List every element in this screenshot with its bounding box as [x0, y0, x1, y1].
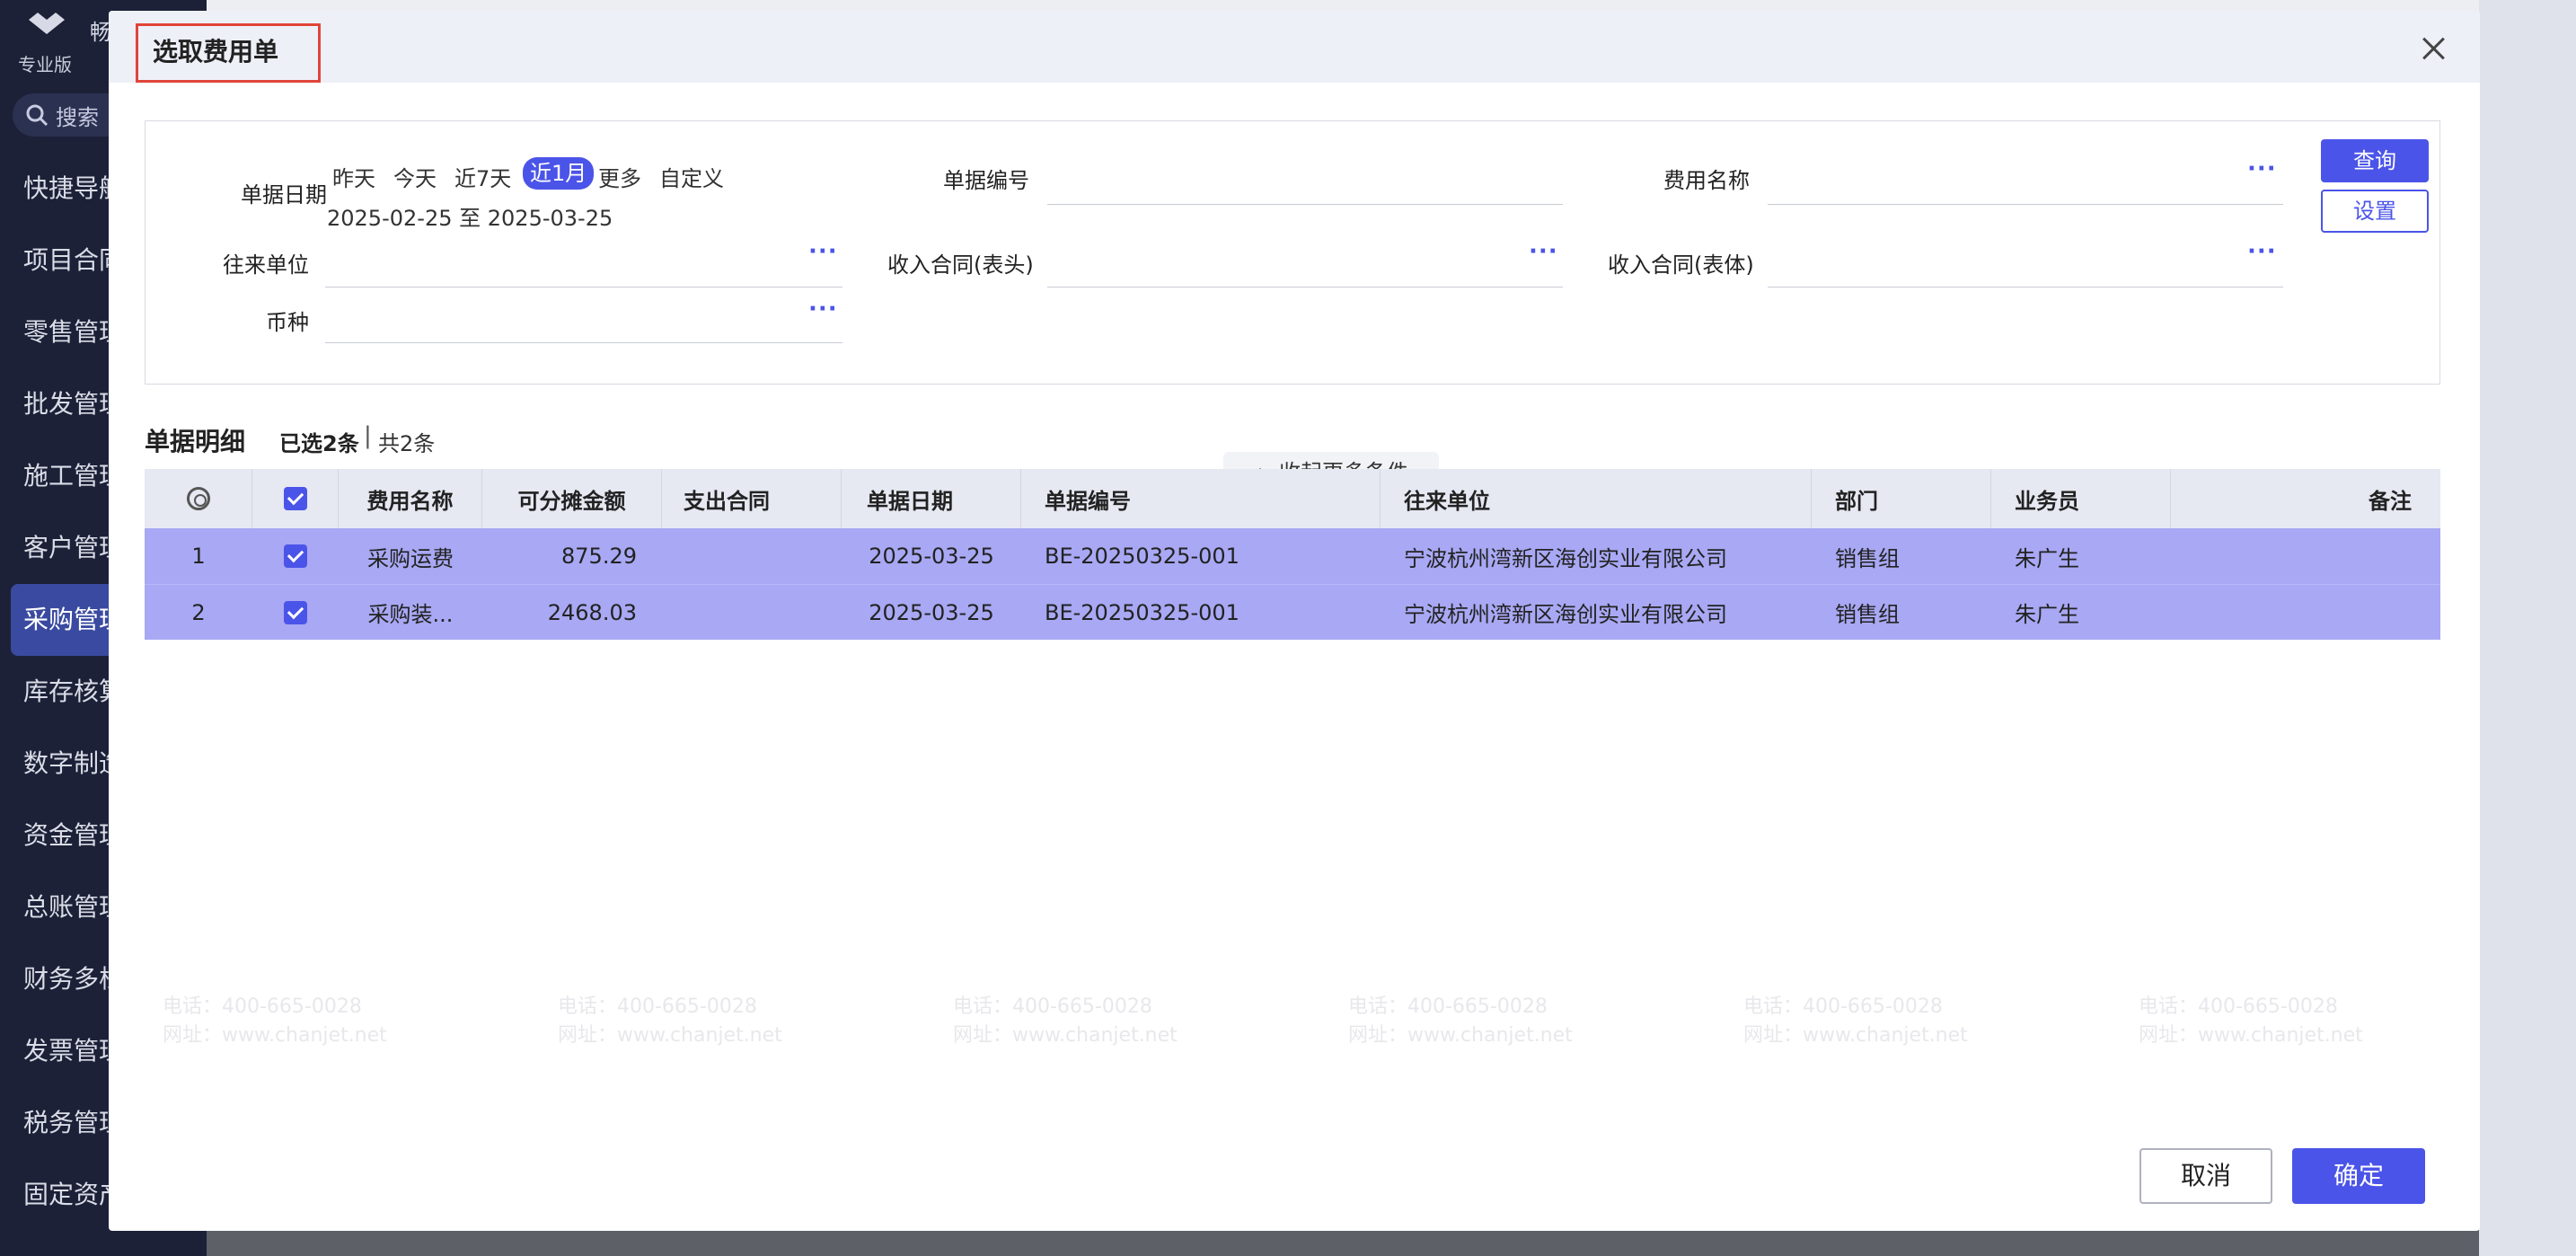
income-contract-body-picker-icon[interactable]: ···	[2247, 238, 2277, 265]
search-icon	[26, 104, 49, 127]
partner-label: 往来单位	[223, 252, 309, 278]
row-checkbox[interactable]	[284, 544, 307, 568]
cell-dept: 销售组	[1835, 545, 1900, 571]
settings-button[interactable]: 设置	[2321, 190, 2429, 233]
select-expense-dialog: 选取费用单 单据日期 昨天 今天 近7天 近1月 更多 自定义 2025-02-…	[109, 11, 2480, 1231]
cell-fee-name: 采购装...	[367, 602, 454, 627]
query-button[interactable]: 查询	[2321, 139, 2429, 182]
watermark-text: 电话：400-665-0028 网址：www.chanjet.net	[1348, 995, 1573, 1047]
row-number: 2	[191, 599, 206, 625]
close-icon[interactable]	[2419, 34, 2448, 63]
column-settings-cell[interactable]	[145, 469, 252, 528]
date-range[interactable]: 2025-02-25 至 2025-03-25	[327, 200, 613, 232]
cell-staff: 朱广生	[2015, 602, 2079, 627]
table-row[interactable]: 1 采购运费 875.29 2025-03-25 BE-20250325-001…	[145, 528, 2440, 584]
cell-date: 2025-03-25	[869, 599, 994, 625]
filter-panel: 单据日期 昨天 今天 近7天 近1月 更多 自定义 2025-02-25 至 2…	[145, 120, 2440, 493]
right-tool-strip	[2479, 0, 2576, 1256]
cell-partner: 宁波杭州湾新区海创实业有限公司	[1404, 545, 1727, 571]
col-fee-name[interactable]: 费用名称	[339, 469, 482, 528]
cell-partner: 宁波杭州湾新区海创实业有限公司	[1404, 602, 1727, 627]
cell-contract	[662, 528, 842, 584]
row-select-cell[interactable]	[252, 585, 339, 640]
select-all-cell[interactable]	[252, 469, 339, 528]
date-sep: 至	[459, 206, 481, 231]
partner-picker-icon[interactable]: ···	[808, 238, 838, 265]
col-remark[interactable]: 备注	[2171, 469, 2440, 528]
cell-remark	[2171, 585, 2440, 640]
income-contract-body-label: 收入合同(表体)	[1608, 252, 1754, 278]
watermark-text: 电话：400-665-0028 网址：www.chanjet.net	[953, 995, 1178, 1047]
income-contract-head-picker-icon[interactable]: ···	[1529, 238, 1558, 265]
dialog-title: 选取费用单	[136, 23, 321, 83]
col-partner[interactable]: 往来单位	[1381, 469, 1812, 528]
doc-no-input[interactable]	[1047, 204, 1563, 205]
col-amount[interactable]: 可分摊金额	[482, 469, 662, 528]
cancel-button[interactable]: 取消	[2139, 1148, 2272, 1204]
dialog-header: 选取费用单	[109, 11, 2480, 83]
date-label: 单据日期	[241, 182, 327, 208]
quick-date-custom[interactable]: 自定义	[659, 161, 724, 192]
cell-doc-no: BE-20250325-001	[1045, 544, 1239, 569]
selected-count: 已选2条	[279, 431, 359, 456]
edition-label: 专业版	[18, 54, 72, 75]
confirm-button[interactable]: 确定	[2292, 1148, 2425, 1204]
fee-name-input[interactable]	[1768, 204, 2283, 205]
cell-doc-no: BE-20250325-001	[1045, 599, 1239, 625]
cell-remark	[2171, 528, 2440, 584]
row-checkbox[interactable]	[284, 600, 307, 624]
count-separator: |	[364, 422, 372, 449]
cell-date: 2025-03-25	[869, 544, 994, 569]
total-count: 共2条	[378, 431, 436, 456]
fee-name-picker-icon[interactable]: ···	[2247, 155, 2277, 182]
currency-picker-icon[interactable]: ···	[808, 296, 838, 323]
select-all-checkbox[interactable]	[283, 487, 307, 510]
doc-no-label: 单据编号	[943, 168, 1029, 193]
detail-title: 单据明细	[145, 427, 246, 456]
quick-date-more[interactable]: 更多	[598, 161, 641, 192]
col-date[interactable]: 单据日期	[842, 469, 1021, 528]
cell-staff: 朱广生	[2015, 545, 2079, 571]
quick-date-7days[interactable]: 近7天	[454, 161, 511, 192]
cell-contract	[662, 585, 842, 640]
col-contract[interactable]: 支出合同	[662, 469, 842, 528]
currency-label: 币种	[266, 310, 309, 335]
table-header: 费用名称 可分摊金额 支出合同 单据日期 单据编号 往来单位 部门 业务员 备注	[145, 469, 2440, 528]
currency-input[interactable]	[325, 342, 842, 343]
col-doc-no[interactable]: 单据编号	[1021, 469, 1381, 528]
col-staff[interactable]: 业务员	[1991, 469, 2171, 528]
watermark-text: 电话：400-665-0028 网址：www.chanjet.net	[163, 995, 387, 1047]
date-from: 2025-02-25	[327, 206, 453, 231]
row-number: 1	[191, 544, 206, 569]
cell-amount: 875.29	[561, 544, 637, 569]
fee-name-label: 费用名称	[1663, 168, 1750, 193]
watermark-text: 电话：400-665-0028 网址：www.chanjet.net	[2139, 995, 2363, 1047]
cell-dept: 销售组	[1835, 602, 1900, 627]
row-select-cell[interactable]	[252, 528, 339, 584]
income-contract-head-label: 收入合同(表头)	[887, 252, 1034, 278]
gear-icon	[186, 487, 210, 510]
table-row[interactable]: 2 采购装... 2468.03 2025-03-25 BE-20250325-…	[145, 584, 2440, 640]
col-dept[interactable]: 部门	[1812, 469, 1991, 528]
quick-date-today[interactable]: 今天	[393, 161, 437, 192]
cell-amount: 2468.03	[547, 599, 637, 625]
search-placeholder: 搜索	[56, 104, 99, 130]
cell-fee-name: 采购运费	[367, 545, 454, 571]
date-to: 2025-03-25	[487, 206, 613, 231]
quick-date-1month[interactable]: 近1月	[523, 157, 595, 190]
logo-icon	[29, 13, 65, 34]
quick-date-yesterday[interactable]: 昨天	[332, 161, 375, 192]
watermark-text: 电话：400-665-0028 网址：www.chanjet.net	[558, 995, 782, 1047]
watermark-text: 电话：400-665-0028 网址：www.chanjet.net	[1743, 995, 1968, 1047]
